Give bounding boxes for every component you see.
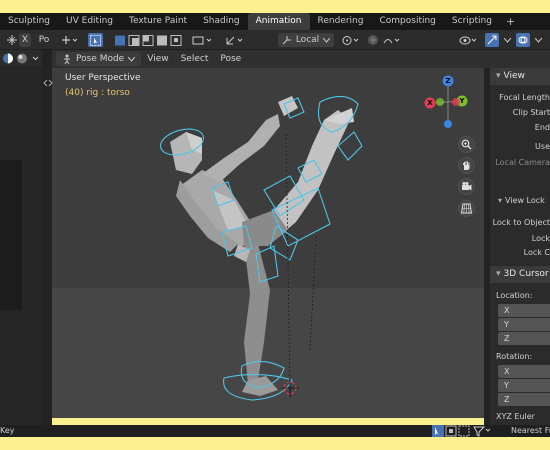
area-divider[interactable]	[42, 50, 53, 425]
collapse-chevron-icon: ▾	[498, 196, 503, 205]
add-workspace-button[interactable]: +	[500, 13, 521, 30]
status-key-label: Key	[0, 426, 15, 435]
menu-view[interactable]: View	[141, 52, 174, 66]
transform-orientation-dropdown[interactable]: Local	[278, 33, 334, 47]
pivot-point-icon[interactable]	[340, 33, 364, 47]
clip-start-label: Clip Start	[512, 108, 550, 117]
gizmo-z-label[interactable]: Z	[443, 76, 454, 87]
gizmo-toggle-icon[interactable]	[485, 33, 499, 47]
visibility-icon[interactable]	[458, 33, 480, 47]
status-bar: Key Nearest Fr	[0, 425, 550, 437]
view-lock-subpanel[interactable]: ▾ View Lock	[498, 196, 545, 205]
overlays-toggle-icon[interactable]	[516, 33, 530, 47]
sidebar-properties: ▾ View Focal Length Clip Start End Use Lo…	[484, 50, 550, 425]
cursor-location-z-field[interactable]: Z	[498, 332, 550, 345]
transform-gizmo-icon[interactable]	[58, 33, 80, 47]
gizmo-y-label[interactable]: Y	[457, 96, 468, 107]
clip-end-label: End	[534, 123, 550, 132]
main-toolbar: X Po Local	[0, 30, 550, 50]
3d-viewport[interactable]: Pose Mode View Select Pose User Perspect…	[52, 50, 484, 418]
cursor-rotation-y-field[interactable]: Y	[498, 379, 550, 392]
snap-status-icons[interactable]	[432, 425, 492, 437]
ortho-toggle-button[interactable]	[458, 200, 475, 217]
magnifier-icon	[461, 139, 472, 150]
proportional-edit-icon[interactable]	[382, 33, 404, 47]
tab-rendering[interactable]: Rendering	[310, 13, 372, 30]
tab-animation[interactable]: Animation	[247, 13, 310, 30]
gizmo-dropdown-icon[interactable]	[501, 33, 513, 47]
lock-label: Lock	[531, 234, 550, 243]
cursor-location-y-field[interactable]: Y	[498, 318, 550, 331]
pan-button[interactable]	[458, 157, 475, 174]
snap-target-label[interactable]: Nearest Fr	[511, 425, 550, 437]
overlays-dropdown-icon[interactable]	[532, 33, 544, 47]
cursor-rotation-x-field[interactable]: X	[498, 365, 550, 378]
viewport-header: Pose Mode View Select Pose	[52, 50, 484, 68]
mode-dropdown-icon[interactable]	[190, 33, 220, 47]
lock-to-object-label: Lock to Object	[492, 218, 550, 227]
tab-shading[interactable]: Shading	[195, 13, 248, 30]
use-label: Use	[535, 142, 550, 151]
collapse-chevron-icon: ▾	[496, 269, 501, 279]
3d-cursor-section-header[interactable]: ▾ 3D Cursor	[490, 266, 550, 283]
location-label: Location:	[496, 291, 533, 300]
view-section-header[interactable]: ▾ View	[490, 68, 550, 85]
cursor-rotation-z-field[interactable]: Z	[498, 393, 550, 406]
snap-icon[interactable]	[366, 33, 380, 47]
local-camera-label: Local Camera	[495, 158, 550, 167]
select-tweak-icon[interactable]	[88, 33, 103, 47]
left-panel-dark-region	[0, 160, 22, 310]
focal-length-label: Focal Length	[499, 93, 550, 102]
view-section-title: View	[503, 71, 525, 81]
3d-cursor[interactable]	[281, 379, 299, 397]
pose-mode-dropdown[interactable]: Pose Mode	[56, 52, 142, 66]
transform-pivot-icon[interactable]	[6, 33, 18, 47]
collapse-arrows-icon	[43, 79, 53, 87]
camera-view-button[interactable]	[458, 178, 475, 195]
toolbar-x-field[interactable]: X	[19, 33, 31, 47]
camera-icon	[462, 182, 472, 191]
orientation-icon	[282, 36, 291, 45]
gizmo-x-label[interactable]: X	[425, 98, 436, 109]
cursor-location-x-field[interactable]: X	[498, 304, 550, 317]
menu-select[interactable]: Select	[175, 52, 215, 66]
pose-mode-label: Pose Mode	[76, 54, 125, 64]
view-lock-title: View Lock	[505, 196, 545, 205]
transform-orientation-label: Local	[295, 35, 320, 45]
toolbar-po-label[interactable]: Po	[37, 33, 51, 47]
menu-pose[interactable]: Pose	[214, 52, 247, 66]
3d-cursor-section-title: 3D Cursor	[503, 269, 549, 279]
sidebar-tab-strip[interactable]	[484, 68, 490, 425]
selection-mode-icons[interactable]	[113, 33, 183, 47]
tab-sculpting[interactable]: Sculpting	[0, 13, 58, 30]
shading-icons[interactable]	[0, 50, 42, 67]
lock-c-label: Lock C	[523, 248, 550, 257]
hand-icon	[463, 161, 470, 170]
tab-scripting[interactable]: Scripting	[444, 13, 500, 30]
zoom-button[interactable]	[458, 136, 475, 153]
tab-compositing[interactable]: Compositing	[371, 13, 443, 30]
rotation-mode-label: XYZ Euler	[496, 412, 535, 421]
pose-icon	[64, 54, 70, 64]
sidebar-header	[484, 50, 550, 68]
chevron-down-icon	[128, 56, 136, 62]
tab-uv-editing[interactable]: UV Editing	[58, 13, 121, 30]
chevron-down-icon	[323, 37, 331, 43]
axis-lock-icon[interactable]	[224, 33, 246, 47]
collapse-chevron-icon: ▾	[496, 71, 501, 81]
grid-icon	[461, 203, 472, 214]
viewport-perspective-label: User Perspective	[65, 73, 141, 83]
blender-window: Sculpting UV Editing Texture Paint Shadi…	[0, 0, 550, 450]
rotation-label: Rotation:	[496, 352, 533, 361]
left-editor-header	[0, 50, 42, 67]
workspace-tabs: Sculpting UV Editing Texture Paint Shadi…	[0, 13, 550, 30]
active-object-label: (40) rig : torso	[65, 88, 130, 98]
tab-texture-paint[interactable]: Texture Paint	[121, 13, 195, 30]
